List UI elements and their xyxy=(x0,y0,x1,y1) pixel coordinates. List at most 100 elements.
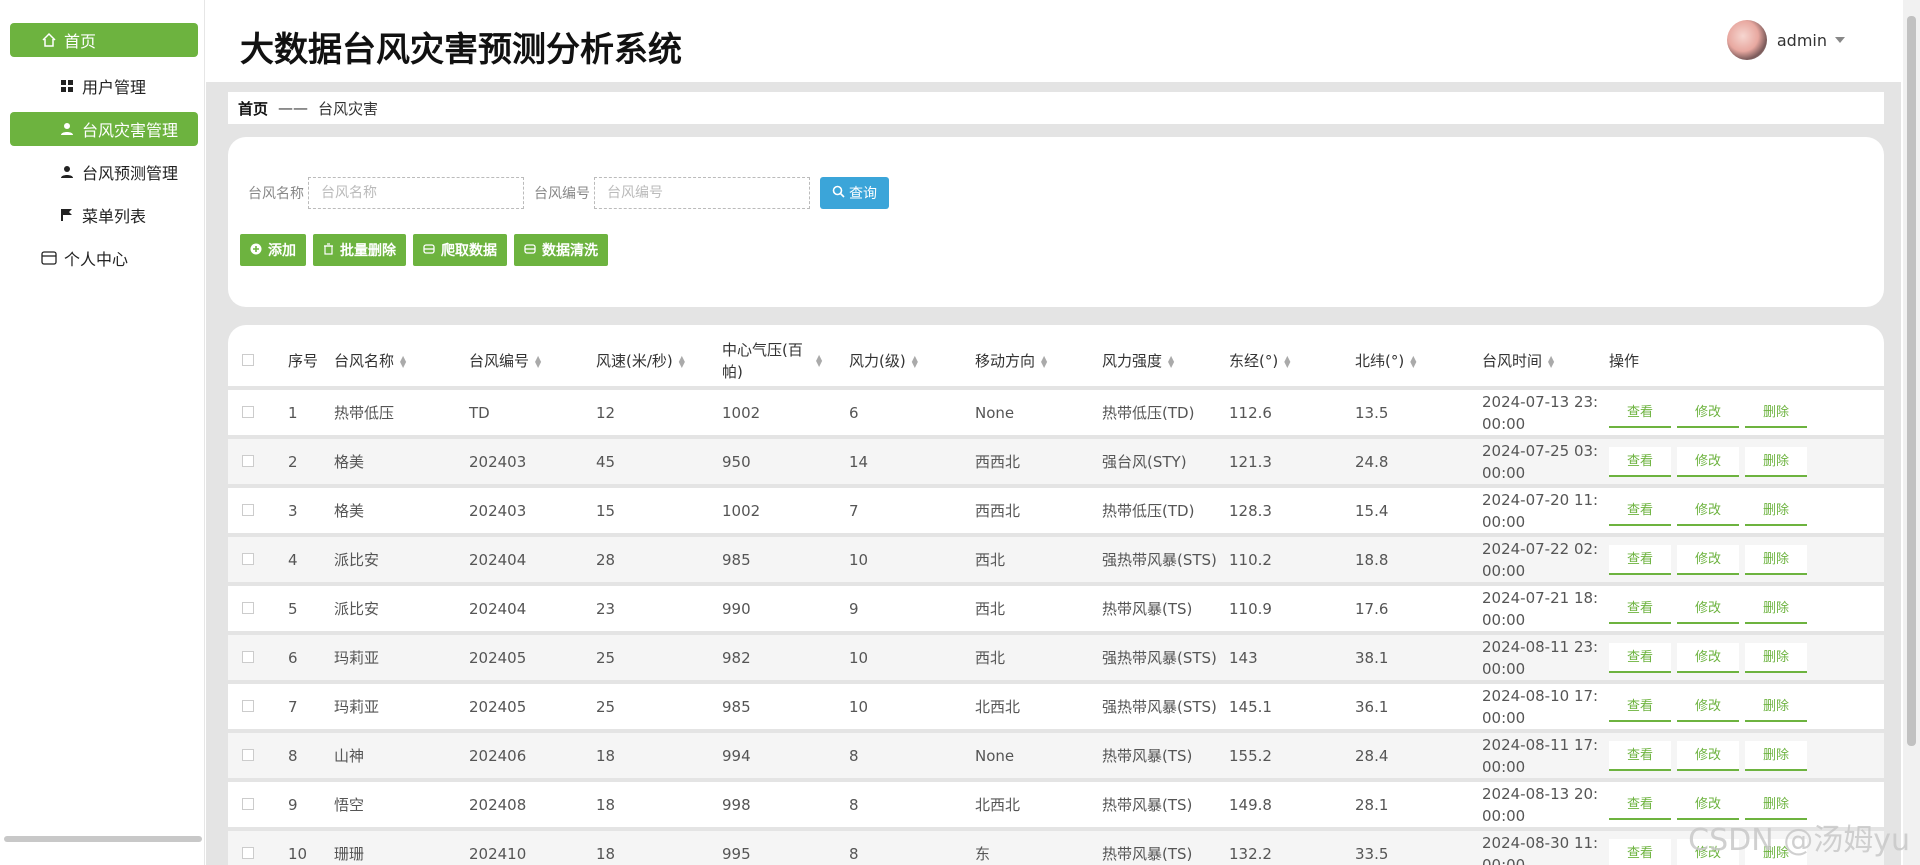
cell-lon: 145.1 xyxy=(1229,684,1355,733)
column-header[interactable]: 东经(°) ▲ ▼ xyxy=(1229,335,1355,390)
cell-name: 悟空 xyxy=(334,782,469,831)
delete-button[interactable]: 删除 xyxy=(1745,397,1807,428)
edit-button[interactable]: 修改 xyxy=(1677,593,1739,624)
batch-delete-button[interactable]: 批量删除 xyxy=(313,234,406,266)
cell-lat: 28.4 xyxy=(1355,733,1482,782)
sidebar-item-typhoon-disaster[interactable]: 台风灾害管理 xyxy=(10,112,198,146)
watermark: CSDN @汤姆yu xyxy=(1688,823,1910,858)
trash-icon xyxy=(323,242,334,258)
view-button[interactable]: 查看 xyxy=(1609,544,1671,575)
typhoon-name-input[interactable] xyxy=(308,177,524,209)
view-button[interactable]: 查看 xyxy=(1609,495,1671,526)
breadcrumb-home[interactable]: 首页 xyxy=(238,98,268,119)
chevron-down-icon[interactable] xyxy=(1835,37,1845,43)
sidebar-item-users[interactable]: 用户管理 xyxy=(10,69,198,103)
sidebar-scrollbar[interactable] xyxy=(4,836,202,842)
select-all-checkbox[interactable] xyxy=(242,353,254,366)
view-button[interactable]: 查看 xyxy=(1609,838,1671,865)
cell-strength: 热带风暴(TS) xyxy=(1102,733,1229,782)
user-menu[interactable]: admin xyxy=(1726,20,1845,60)
table-body: 1 热带低压 TD 12 1002 6 None 热带低压(TD) 112.6 13.5 2024-… xyxy=(228,390,1884,865)
cell-speed: 12 xyxy=(596,390,722,439)
view-button[interactable]: 查看 xyxy=(1609,642,1671,673)
avatar[interactable] xyxy=(1726,20,1767,60)
column-header[interactable]: 北纬(°) ▲ ▼ xyxy=(1355,335,1482,390)
row-checkbox[interactable] xyxy=(242,699,254,712)
sort-icon: ▲ ▼ xyxy=(816,352,823,368)
view-button[interactable]: 查看 xyxy=(1609,593,1671,624)
table-row: 3 格美 202403 15 1002 7 西西北 热带低压(TD) 128.3 15.4 2024… xyxy=(228,488,1884,537)
column-header[interactable]: 台风编号 ▲ ▼ xyxy=(469,335,596,390)
query-button[interactable]: 查询 xyxy=(820,177,889,209)
edit-button[interactable]: 修改 xyxy=(1677,642,1739,673)
view-button[interactable]: 查看 xyxy=(1609,740,1671,771)
view-button[interactable]: 查看 xyxy=(1609,789,1671,820)
cell-lat: 33.5 xyxy=(1355,831,1482,865)
sort-icon: ▲ ▼ xyxy=(911,353,918,369)
cell-actions: 查看 修改 删除 xyxy=(1609,684,1884,733)
delete-button[interactable]: 删除 xyxy=(1745,740,1807,771)
cell-actions: 查看 修改 删除 xyxy=(1609,635,1884,684)
clean-data-button[interactable]: 数据清洗 xyxy=(514,234,608,266)
row-checkbox[interactable] xyxy=(242,503,254,516)
row-checkbox[interactable] xyxy=(242,552,254,565)
column-header[interactable]: 台风名称 ▲ ▼ xyxy=(334,335,469,390)
cell-pressure: 995 xyxy=(722,831,849,865)
edit-button[interactable]: 修改 xyxy=(1677,740,1739,771)
column-header[interactable]: 风力(级) ▲ ▼ xyxy=(849,335,975,390)
scrollbar-thumb[interactable] xyxy=(1907,16,1916,746)
delete-button[interactable]: 删除 xyxy=(1745,691,1807,722)
code-label: 台风编号 xyxy=(534,186,590,202)
crawl-data-button[interactable]: 爬取数据 xyxy=(413,234,507,266)
view-button[interactable]: 查看 xyxy=(1609,691,1671,722)
row-checkbox[interactable] xyxy=(242,797,254,810)
delete-button[interactable]: 删除 xyxy=(1745,446,1807,477)
edit-button[interactable]: 修改 xyxy=(1677,397,1739,428)
column-header[interactable]: 台风时间 ▲ ▼ xyxy=(1482,335,1609,390)
cell-time: 2024-08-30 11:00:00 xyxy=(1482,831,1609,865)
add-button[interactable]: 添加 xyxy=(240,234,306,266)
delete-button[interactable]: 删除 xyxy=(1745,544,1807,575)
cell-lat: 13.5 xyxy=(1355,390,1482,439)
cell-force: 6 xyxy=(849,390,975,439)
column-header[interactable]: 风速(米/秒) ▲ ▼ xyxy=(596,335,722,390)
sidebar-item-typhoon-forecast[interactable]: 台风预测管理 xyxy=(10,155,198,189)
row-checkbox[interactable] xyxy=(242,405,254,418)
database-icon xyxy=(423,243,435,258)
cell-force: 9 xyxy=(849,586,975,635)
cell-pressure: 985 xyxy=(722,684,849,733)
cell-lon: 110.2 xyxy=(1229,537,1355,586)
column-header[interactable]: 中心气压(百帕)▲ ▼ xyxy=(722,335,849,390)
sidebar-item-home[interactable]: 首页 xyxy=(10,23,198,57)
sidebar-item-label: 台风灾害管理 xyxy=(82,121,179,140)
column-header[interactable]: 移动方向 ▲ ▼ xyxy=(975,335,1102,390)
delete-button[interactable]: 删除 xyxy=(1745,642,1807,673)
edit-button[interactable]: 修改 xyxy=(1677,691,1739,722)
view-button[interactable]: 查看 xyxy=(1609,446,1671,477)
sidebar-item-profile[interactable]: 个人中心 xyxy=(10,241,198,275)
cell-time: 2024-07-20 11:00:00 xyxy=(1482,488,1609,537)
cell-speed: 25 xyxy=(596,684,722,733)
view-button[interactable]: 查看 xyxy=(1609,397,1671,428)
cell-strength: 强台风(STY) xyxy=(1102,439,1229,488)
edit-button[interactable]: 修改 xyxy=(1677,495,1739,526)
typhoon-code-input[interactable] xyxy=(594,177,810,209)
edit-button[interactable]: 修改 xyxy=(1677,544,1739,575)
delete-button[interactable]: 删除 xyxy=(1745,495,1807,526)
sort-icon: ▲ ▼ xyxy=(1548,353,1555,369)
row-checkbox[interactable] xyxy=(242,846,254,859)
row-checkbox[interactable] xyxy=(242,650,254,663)
cell-strength: 强热带风暴(STS) xyxy=(1102,635,1229,684)
page-scrollbar[interactable] xyxy=(1903,0,1920,865)
column-header[interactable]: 风力强度 ▲ ▼ xyxy=(1102,335,1229,390)
row-checkbox[interactable] xyxy=(242,748,254,761)
cell-force: 8 xyxy=(849,782,975,831)
cell-name: 热带低压 xyxy=(334,390,469,439)
row-checkbox[interactable] xyxy=(242,601,254,614)
cell-name: 珊珊 xyxy=(334,831,469,865)
sidebar-item-menu-list[interactable]: 菜单列表 xyxy=(10,198,198,232)
cell-code: 202408 xyxy=(469,782,596,831)
row-checkbox[interactable] xyxy=(242,454,254,467)
edit-button[interactable]: 修改 xyxy=(1677,446,1739,477)
delete-button[interactable]: 删除 xyxy=(1745,593,1807,624)
